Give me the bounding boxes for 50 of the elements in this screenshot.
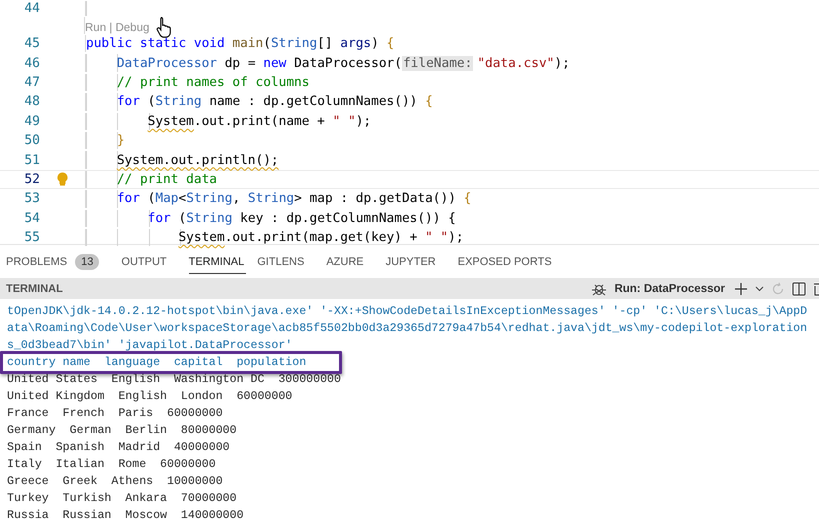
line-number: 51	[23, 152, 40, 168]
panel-tab[interactable]: JUPYTER	[386, 249, 447, 274]
terminal-output-line: ata\Roaming\Code\User\workspaceStorage\acb85f5502bb0d3a29365d7279a47b54\redhat.java\jdt_ws\my-codepilot-exploration	[7, 321, 808, 337]
code-line: System.out.println();	[116, 152, 279, 168]
terminal-session-label[interactable]: Run: DataProcessor	[614, 282, 725, 294]
line-number: 47	[23, 74, 40, 90]
terminal-output-line: United States English Washington DC 300000000	[7, 372, 341, 388]
terminal-output-line: Turkey Turkish Ankara 70000000	[7, 491, 237, 507]
terminal-output-line: Italy Italian Rome 60000000	[7, 457, 216, 473]
panel-tab[interactable]: TERMINAL	[188, 249, 246, 274]
code-line: DataProcessor dp = new DataProcessor(fileName: "data.csv");	[116, 56, 570, 71]
panel-tab[interactable]: OUTPUT	[121, 249, 178, 274]
code-line: System.out.print(map.get(key) + " ");	[177, 230, 464, 246]
line-number: 44	[23, 1, 40, 16]
panel-tab[interactable]: AZURE	[326, 249, 375, 274]
code-line: // print names of columns	[116, 74, 310, 90]
chevron-down-icon[interactable]	[755, 286, 764, 292]
terminal-output-line: country name language capital population	[7, 355, 306, 371]
plus-icon[interactable]	[734, 282, 748, 296]
hand-cursor-icon	[156, 16, 174, 38]
line-number: 50	[23, 133, 40, 148]
code-line: public static void main(String[] args) {	[86, 36, 394, 52]
code-line: for (String key : dp.getColumnNames()) {	[146, 210, 456, 226]
terminal-output-line: United Kingdom English London 60000000	[7, 389, 292, 405]
terminal-output-line: Germany German Berlin 80000000	[7, 423, 237, 439]
code-line: }	[116, 133, 125, 148]
line-number: 53	[23, 191, 40, 206]
line-number: 45	[23, 36, 40, 52]
panel-tab[interactable]: PROBLEMS 13	[6, 247, 110, 276]
line-number: 54	[23, 210, 40, 226]
terminal-title: TERMINAL	[6, 282, 63, 294]
line-number: 46	[23, 56, 40, 71]
terminal-output-line: Spain Spanish Madrid 40000000	[7, 440, 230, 456]
line-number: 52	[23, 172, 40, 187]
terminal-output-line: Greece Greek Athens 10000000	[7, 474, 223, 490]
code-line: System.out.print(name + " ");	[146, 114, 372, 129]
code-line: for (Map<String, String> map : dp.getData()) {	[116, 191, 472, 206]
terminal-output-line: Russia Russian Moscow 140000000	[7, 508, 244, 520]
split-icon[interactable]	[792, 282, 806, 296]
count-badge: 13	[75, 254, 100, 270]
line-number: 55	[23, 230, 40, 246]
line-number: 48	[23, 94, 40, 110]
line-number: 49	[23, 114, 40, 129]
panel-tab[interactable]: EXPOSED PORTS	[458, 249, 563, 274]
terminal-output-line: s_0d3bead7\bin' 'javapilot.DataProcessor'	[7, 338, 292, 354]
terminal-output-line: France French Paris 60000000	[7, 406, 223, 422]
code-line: for (String name : dp.getColumnNames()) {	[116, 94, 433, 110]
panel-tab[interactable]: GITLENS	[257, 249, 316, 274]
terminal-output-line: tOpenJDK\jdk-14.0.2.12-hotspot\bin\java.exe' '-XX:+ShowCodeDetailsInExceptionMessages' '-cp' 'C:\Users\lucas_j\AppD	[7, 304, 808, 320]
code-line: // print data	[116, 172, 217, 187]
